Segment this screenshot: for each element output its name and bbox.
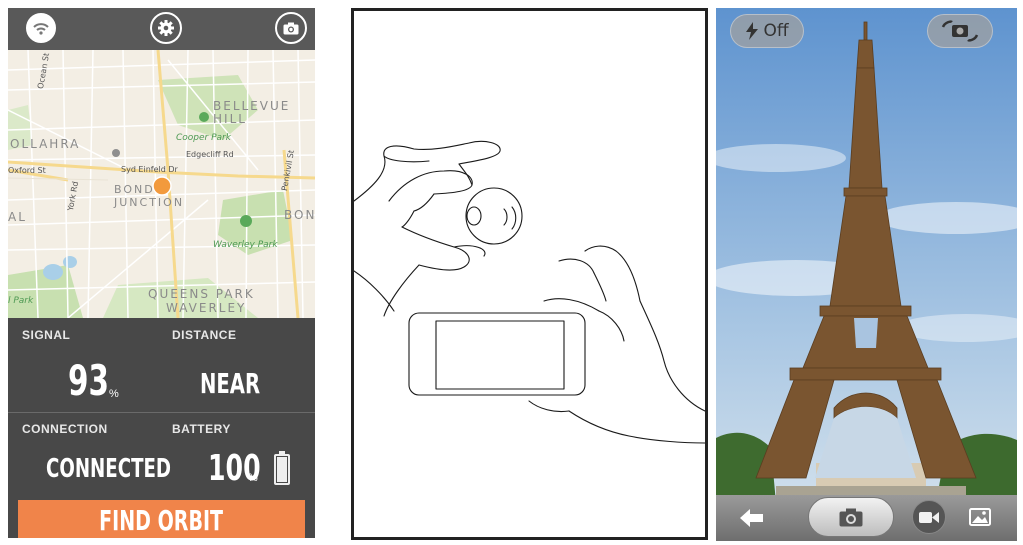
connection-value: CONNECTED: [46, 454, 172, 484]
orbit-app-panel: BELLEVUE HILL OLLAHRA Cooper Park Edgecl…: [8, 8, 315, 538]
switch-camera-button[interactable]: [927, 14, 993, 48]
signal-value: 93: [68, 356, 109, 405]
battery-label: BATTERY: [172, 422, 231, 436]
eiffel-tower-photo: [716, 8, 1017, 541]
shutter-camera-icon: [839, 508, 863, 526]
map-label-bond-junction: BOND JUNCTION: [114, 183, 185, 209]
video-icon: [919, 511, 939, 523]
flash-toggle[interactable]: Off: [730, 14, 804, 48]
camera-panel: Off: [716, 8, 1017, 541]
map-label-syd-einfeld-dr: Syd Einfeld Dr: [121, 165, 178, 174]
signal-button[interactable]: [26, 13, 56, 43]
top-bar: [8, 8, 315, 50]
map-label-bellevue-hill: BELLEVUE HILL: [213, 99, 291, 126]
map-label-al: AL: [8, 210, 27, 224]
map-label-oxford-st: Oxford St: [8, 166, 46, 175]
gear-icon: [158, 20, 174, 36]
signal-label: SIGNAL: [22, 328, 71, 342]
signal-icon: [33, 23, 49, 35]
flash-label: Off: [763, 21, 789, 41]
camera-icon: [283, 22, 299, 34]
connection-label: CONNECTION: [22, 422, 108, 436]
hands-sketch-illustration: [354, 140, 705, 444]
map-label-ollahra: OLLAHRA: [10, 137, 81, 151]
camera-toolbar: [716, 495, 1017, 541]
stats-divider: [8, 412, 315, 413]
distance-value: NEAR: [200, 367, 261, 400]
gallery-icon: [969, 508, 991, 526]
status-panel: SIGNAL DISTANCE 93 % NEAR CONNECTION BAT…: [8, 318, 315, 538]
gallery-button[interactable]: [969, 507, 991, 527]
video-mode-button[interactable]: [912, 500, 946, 534]
illustration-panel: [351, 8, 708, 540]
battery-icon: [274, 451, 290, 485]
map-label-cooper-park: Cooper Park: [176, 133, 231, 143]
map-label-queens-park: QUEENS PARK: [148, 287, 255, 301]
shutter-button[interactable]: [808, 497, 894, 537]
camera-button[interactable]: [275, 12, 307, 44]
map-label-bon: BON: [284, 208, 315, 222]
flash-icon: [746, 22, 759, 40]
distance-label: DISTANCE: [172, 328, 237, 342]
map-label-waverley: WAVERLEY: [166, 301, 247, 315]
battery-unit: %: [248, 472, 258, 484]
settings-button[interactable]: [150, 12, 182, 44]
find-orbit-label: FIND ORBIT: [99, 503, 224, 537]
battery-fill: [277, 457, 287, 482]
find-orbit-button[interactable]: FIND ORBIT: [18, 500, 305, 538]
back-arrow-icon[interactable]: [740, 508, 764, 528]
signal-unit: %: [109, 388, 119, 400]
map-label-edgecliff-rd: Edgecliff Rd: [186, 150, 234, 159]
map-label-waverley-park: Waverley Park: [213, 240, 278, 250]
map-view[interactable]: BELLEVUE HILL OLLAHRA Cooper Park Edgecl…: [8, 50, 315, 318]
switch-camera-icon: [941, 20, 979, 42]
map-label-park: l Park: [8, 296, 34, 306]
